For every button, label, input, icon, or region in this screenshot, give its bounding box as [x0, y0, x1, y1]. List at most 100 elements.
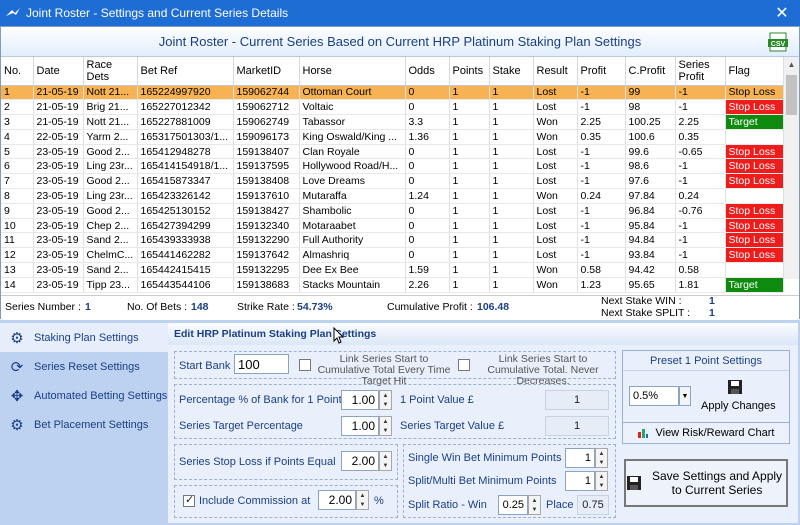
table-cell: 2.25: [577, 114, 626, 130]
table-row[interactable]: 12 23-05-19 ChelmC... 165441462282 159137642…: [1, 247, 784, 264]
table-cell: 159138427: [233, 203, 300, 219]
commission-input[interactable]: 2.00: [318, 490, 356, 510]
column-header[interactable]: Result: [533, 57, 578, 86]
save-settings-button[interactable]: Save Settings and Apply to Current Serie…: [624, 459, 788, 507]
settings-sidebar: ⚙ Staking Plan Settings ⟳ Series Reset S…: [0, 320, 168, 525]
table-cell: 23-05-19: [33, 158, 84, 175]
table-cell: Voltaic: [299, 99, 406, 116]
table-row[interactable]: 1 21-05-19 Nott 21... 165224997920 159062744…: [1, 85, 784, 101]
point-value-label: 1 Point Value £: [400, 394, 474, 406]
next-stake-win-label: Next Stake WIN :: [601, 295, 682, 307]
commission-stepper[interactable]: ▲ ▼: [356, 490, 369, 510]
column-header[interactable]: Profit: [577, 57, 626, 86]
link-every-label: Link Series Start to Cumulative Total Ev…: [317, 353, 451, 387]
table-cell: Good 2...: [83, 144, 138, 160]
stop-loss-stepper[interactable]: ▲ ▼: [379, 451, 392, 471]
table-row[interactable]: 7 23-05-19 Good 2... 165415873347 159138408 L…: [1, 173, 784, 190]
table-cell: Good 2...: [83, 173, 138, 190]
table-cell: Stacks Mountain: [299, 277, 406, 293]
split-win-input[interactable]: 0.25: [498, 495, 528, 515]
column-header[interactable]: MarketID: [233, 57, 300, 86]
table-cell: 165441462282: [137, 247, 234, 264]
table-cell: 21-05-19: [33, 114, 84, 130]
series-target-pct-input[interactable]: 1.00: [341, 416, 379, 436]
table-row[interactable]: 2 21-05-19 Brig 21... 165227012342 159062712…: [1, 99, 784, 116]
preset-select[interactable]: 0.5%: [629, 386, 679, 406]
table-row[interactable]: 3 21-05-19 Nott 21... 165227881009 159062749…: [1, 114, 784, 130]
single-min-stepper[interactable]: ▲ ▼: [595, 448, 608, 468]
table-cell: 23-05-19: [33, 218, 84, 234]
apply-changes-button[interactable]: Apply Changes: [701, 400, 776, 412]
close-icon[interactable]: ✕: [764, 0, 800, 26]
column-header[interactable]: Points: [449, 57, 490, 86]
table-cell: Won: [533, 277, 578, 293]
sidebar-item-bet-placement[interactable]: ⚙ Bet Placement Settings: [0, 410, 168, 439]
table-row[interactable]: 6 23-05-19 Ling 23r... 165414154918/1... 159…: [1, 158, 784, 175]
table-header-row: No. Date Race Dets Bet Ref MarketID Horse Odds…: [1, 57, 784, 86]
single-min-input[interactable]: 1: [565, 448, 595, 468]
table-cell: 159138407: [233, 144, 300, 160]
table-cell: 165442415415: [137, 262, 234, 278]
table-row[interactable]: 4 22-05-19 Yarm 2... 165317501303/1... 15909…: [1, 129, 784, 145]
table-row[interactable]: 13 23-05-19 Sand 2... 165442415415 159132295…: [1, 262, 784, 278]
link-every-checkbox[interactable]: [299, 359, 311, 371]
table-cell: Stop Loss: [725, 99, 784, 116]
csv-export-icon[interactable]: CSV: [767, 31, 789, 53]
table-row[interactable]: 8 23-05-19 Ling 23r... 165423326142 15913761…: [1, 188, 784, 204]
table-cell: 0.35: [577, 129, 626, 145]
table-cell: Brig 21...: [83, 99, 138, 116]
window-title: Joint Roster - Settings and Current Seri…: [26, 6, 289, 20]
table-cell: 13: [1, 262, 34, 278]
table-row[interactable]: 9 23-05-19 Good 2... 165425130152 159138427 S…: [1, 203, 784, 219]
table-cell: 1: [489, 262, 534, 278]
column-header[interactable]: Stake: [489, 57, 534, 86]
table-row[interactable]: 11 23-05-19 Sand 2... 165439333938 159132290…: [1, 232, 784, 249]
series-target-pct-stepper[interactable]: ▲ ▼: [379, 416, 392, 436]
risk-reward-label: View Risk/Reward Chart: [655, 427, 775, 439]
table-cell: 93.84: [625, 247, 676, 264]
stop-loss-input[interactable]: 2.00: [341, 451, 379, 471]
table-scrollbar[interactable]: ▲: [783, 57, 799, 279]
table-cell: 2: [1, 99, 34, 116]
table-cell: Lost: [533, 158, 578, 175]
risk-reward-button[interactable]: View Risk/Reward Chart: [622, 422, 790, 444]
place-label: Place: [546, 499, 574, 511]
table-cell: 165415873347: [137, 173, 234, 190]
start-bank-input[interactable]: 100: [234, 354, 289, 374]
pct-bank-stepper[interactable]: ▲ ▼: [379, 390, 392, 410]
sidebar-item-label: Automated Betting Settings: [34, 389, 168, 402]
chevron-down-icon[interactable]: ▼: [679, 386, 691, 406]
table-row[interactable]: 14 23-05-19 Tipp 23... 165443544106 15913868…: [1, 277, 784, 293]
sidebar-item-series-reset[interactable]: ⟳ Series Reset Settings: [0, 352, 168, 381]
column-header[interactable]: Odds: [405, 57, 450, 86]
link-never-checkbox[interactable]: [458, 359, 470, 371]
series-target-value-label: Series Target Value £: [400, 420, 505, 432]
table-row[interactable]: 5 23-05-19 Good 2... 165412948278 159138407 C…: [1, 144, 784, 160]
column-header[interactable]: Date: [33, 57, 84, 86]
column-header[interactable]: No.: [1, 57, 34, 86]
split-win-stepper[interactable]: ▲ ▼: [528, 495, 541, 515]
commission-checkbox[interactable]: [183, 493, 195, 507]
column-header[interactable]: Series Profit: [675, 57, 726, 86]
app-logo-icon: [6, 8, 20, 16]
sidebar-item-staking-plan[interactable]: ⚙ Staking Plan Settings: [0, 323, 168, 352]
pct-bank-input[interactable]: 1.00: [341, 390, 379, 410]
table-cell: 0.24: [577, 188, 626, 204]
split-min-input[interactable]: 1: [565, 471, 595, 491]
column-header[interactable]: Bet Ref: [137, 57, 234, 86]
pct-bank-label: Percentage % of Bank for 1 Point: [179, 394, 342, 406]
column-header[interactable]: Flag: [725, 57, 784, 86]
scroll-up-icon[interactable]: ▲: [784, 57, 799, 73]
table-row[interactable]: 10 23-05-19 Chep 2... 165427394299 159132340…: [1, 218, 784, 234]
table-cell: 1: [449, 144, 490, 160]
split-min-stepper[interactable]: ▲ ▼: [595, 471, 608, 491]
table-cell: 0: [405, 218, 450, 234]
column-header[interactable]: C.Profit: [625, 57, 676, 86]
table-cell: 165317501303/1...: [137, 129, 234, 145]
scroll-thumb[interactable]: [786, 75, 797, 115]
percent-sign: %: [374, 495, 384, 507]
column-header[interactable]: Race Dets: [83, 57, 138, 86]
table-cell: Lost: [533, 247, 578, 264]
sidebar-item-automated-betting[interactable]: ✥ Automated Betting Settings: [0, 381, 168, 410]
column-header[interactable]: Horse: [299, 57, 406, 86]
